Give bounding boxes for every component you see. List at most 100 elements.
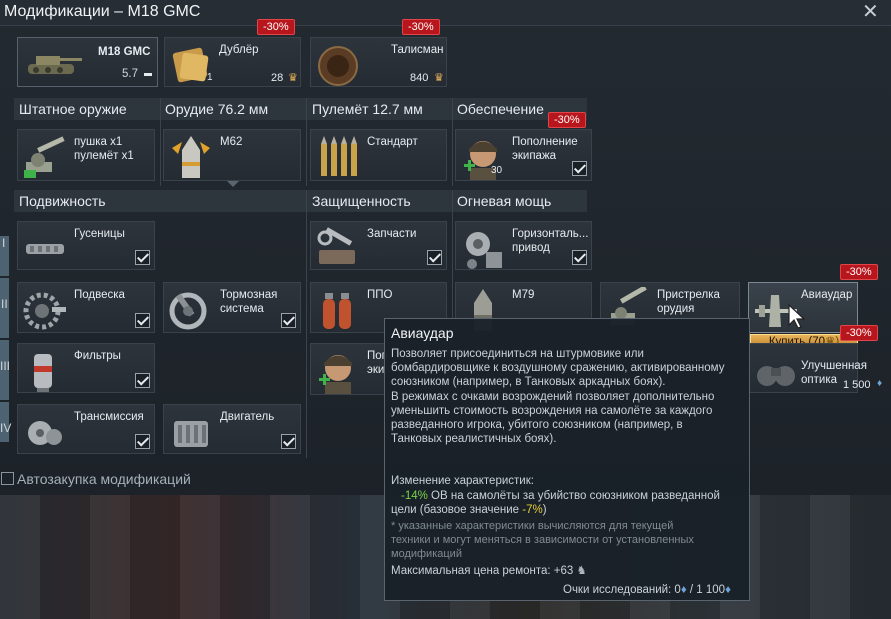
autobuy-checkbox[interactable]	[1, 472, 14, 485]
divider	[306, 190, 307, 458]
golden-eagle-icon: ♛	[288, 72, 298, 84]
stat-text: ОВ на самолёты за убийство союзником раз…	[427, 490, 720, 502]
section-mobility: Подвижность	[19, 193, 106, 209]
battle-rating: 5.7	[122, 68, 138, 80]
crewman-icon	[319, 355, 352, 394]
installed-checkbox[interactable]	[572, 161, 587, 176]
divider	[452, 98, 453, 186]
tooltip-desc-line: Позволяет присоединиться на штурмовике и…	[391, 348, 644, 360]
research-point-icon: ♦	[725, 584, 731, 596]
installed-checkbox[interactable]	[281, 434, 296, 449]
mod-main-weapons[interactable]: пушка x1 пулемёт x1	[17, 129, 155, 181]
tooltip-stats-heading: Изменение характеристик:	[391, 475, 534, 487]
gear-drive-icon	[466, 232, 502, 269]
section-firepower: Огневая мощь	[457, 193, 552, 209]
mod-label: Пристрелка орудия	[657, 289, 720, 315]
tooltip-desc-line: союзником (например, в Танковых аркадных…	[391, 376, 666, 388]
bullets-icon	[321, 136, 357, 176]
tooltip-note-line: модификаций	[391, 548, 462, 560]
discount-badge: -30%	[840, 325, 878, 341]
installed-checkbox[interactable]	[135, 313, 150, 328]
mod-label: Подвеска	[74, 289, 125, 301]
mod-label: пушка x1 пулемёт x1	[74, 136, 134, 162]
cannon-icon	[24, 136, 65, 178]
mod-label: Трансмиссия	[74, 411, 144, 423]
talisman-label: Талисман	[391, 44, 444, 56]
mod-brakes[interactable]: Тормозная система	[163, 282, 301, 333]
mod-label: М62	[220, 136, 243, 148]
installed-checkbox[interactable]	[135, 434, 150, 449]
crew-label: Дублёр	[219, 44, 259, 56]
mod-transmission[interactable]: Трансмиссия	[17, 404, 155, 454]
research-total: / 1 100	[686, 584, 726, 596]
discount-badge: -30%	[548, 112, 586, 128]
mod-label: Фильтры	[74, 350, 121, 362]
tier-label: II	[1, 297, 8, 311]
mod-tooltip: Авиаудар Позволяет присоединиться на шту…	[384, 318, 750, 601]
divider	[306, 98, 307, 186]
tier-label: IV	[0, 421, 12, 435]
mod-label: Стандарт	[367, 136, 418, 148]
brake-icon	[169, 292, 207, 330]
divider	[452, 190, 453, 320]
mod-label: Гусеницы	[74, 228, 125, 240]
section-protection: Защищенность	[312, 193, 411, 209]
section-gun: Орудие 76.2 мм	[165, 101, 269, 117]
crew-backup-card[interactable]: Дублёр 1 28 ♛	[164, 37, 301, 87]
installed-checkbox[interactable]	[281, 313, 296, 328]
title-bar: Модификации – M18 GMC ✕	[0, 0, 891, 26]
talisman-price: 840	[410, 72, 429, 84]
mod-crew-replenish[interactable]: Пополнение экипажа 30	[455, 129, 592, 181]
installed-checkbox[interactable]	[427, 250, 442, 265]
mod-horizontal-drive[interactable]: Горизонталь... привод	[455, 221, 592, 270]
tooltip-stat-line: цели (базовое значение -7%)	[391, 503, 547, 517]
section-mg: Пулемёт 12.7 мм	[312, 101, 423, 117]
mod-improved-optics[interactable]: Улучшенная оптика 1 500 ♦	[748, 343, 882, 393]
mod-engine[interactable]: Двигатель	[163, 404, 301, 454]
silver-lion-icon: ♞	[573, 565, 587, 577]
crew-price: 28	[271, 72, 284, 84]
vehicle-card[interactable]: M18 GMC 5.7	[17, 37, 158, 87]
optics-price: 1 500	[843, 379, 871, 391]
repair-cost-line: Максимальная цена ремонта: +63 ♞	[391, 564, 587, 578]
tooltip-stat-line: -14% ОВ на самолёты за убийство союзнико…	[401, 489, 720, 503]
stat-text: цели (базовое значение	[391, 504, 523, 516]
mod-tracks[interactable]: Гусеницы	[17, 221, 155, 270]
mod-standard-belt[interactable]: Стандарт	[310, 129, 447, 181]
binoculars-icon	[757, 366, 795, 386]
mod-m62[interactable]: М62	[163, 129, 301, 181]
window-title: Модификации – M18 GMC	[4, 3, 201, 20]
cursor-icon	[788, 303, 806, 329]
divider	[160, 98, 161, 186]
section-support: Обеспечение	[457, 101, 544, 117]
vehicle-name: M18 GMC	[98, 46, 151, 58]
tier-label: III	[0, 359, 11, 373]
repair-cost: Максимальная цена ремонта: +63	[391, 565, 574, 577]
installed-checkbox[interactable]	[135, 373, 150, 388]
crew-count: 1	[207, 72, 213, 83]
tier-label: I	[2, 236, 6, 250]
tooltip-title: Авиаудар	[391, 325, 454, 341]
mod-parts[interactable]: Запчасти	[310, 221, 447, 270]
installed-checkbox[interactable]	[135, 250, 150, 265]
discount-badge: -30%	[402, 19, 440, 35]
tank-icon	[28, 56, 82, 74]
tooltip-note-line: * указанные характеристики вычисляются д…	[391, 520, 674, 532]
research-point-icon: ♦	[877, 378, 883, 389]
installed-checkbox[interactable]	[572, 250, 587, 265]
extinguisher-icon	[323, 293, 351, 329]
close-icon[interactable]: ✕	[862, 1, 879, 23]
tooltip-note-line: техники и могут меняться в зависимости о…	[391, 534, 694, 546]
discount-badge: -30%	[257, 19, 295, 35]
tooltip-desc-line: уменьшить стоимость возрождения на самол…	[391, 405, 713, 417]
autobuy-label: Автозакупка модификаций	[17, 471, 191, 487]
mod-suspension[interactable]: Подвеска	[17, 282, 155, 333]
section-weapons: Штатное оружие	[19, 101, 127, 117]
stat-base-value: -7%	[522, 504, 543, 516]
mod-filters[interactable]: Фильтры	[17, 343, 155, 393]
mod-label: Двигатель	[220, 411, 275, 423]
tooltip-desc-line: В режимах с очками возрождений позволяет…	[391, 391, 715, 403]
mod-label: Авиаудар	[801, 289, 853, 301]
shell-icon	[172, 136, 210, 178]
talisman-card[interactable]: Талисман 840 ♛	[310, 37, 447, 87]
